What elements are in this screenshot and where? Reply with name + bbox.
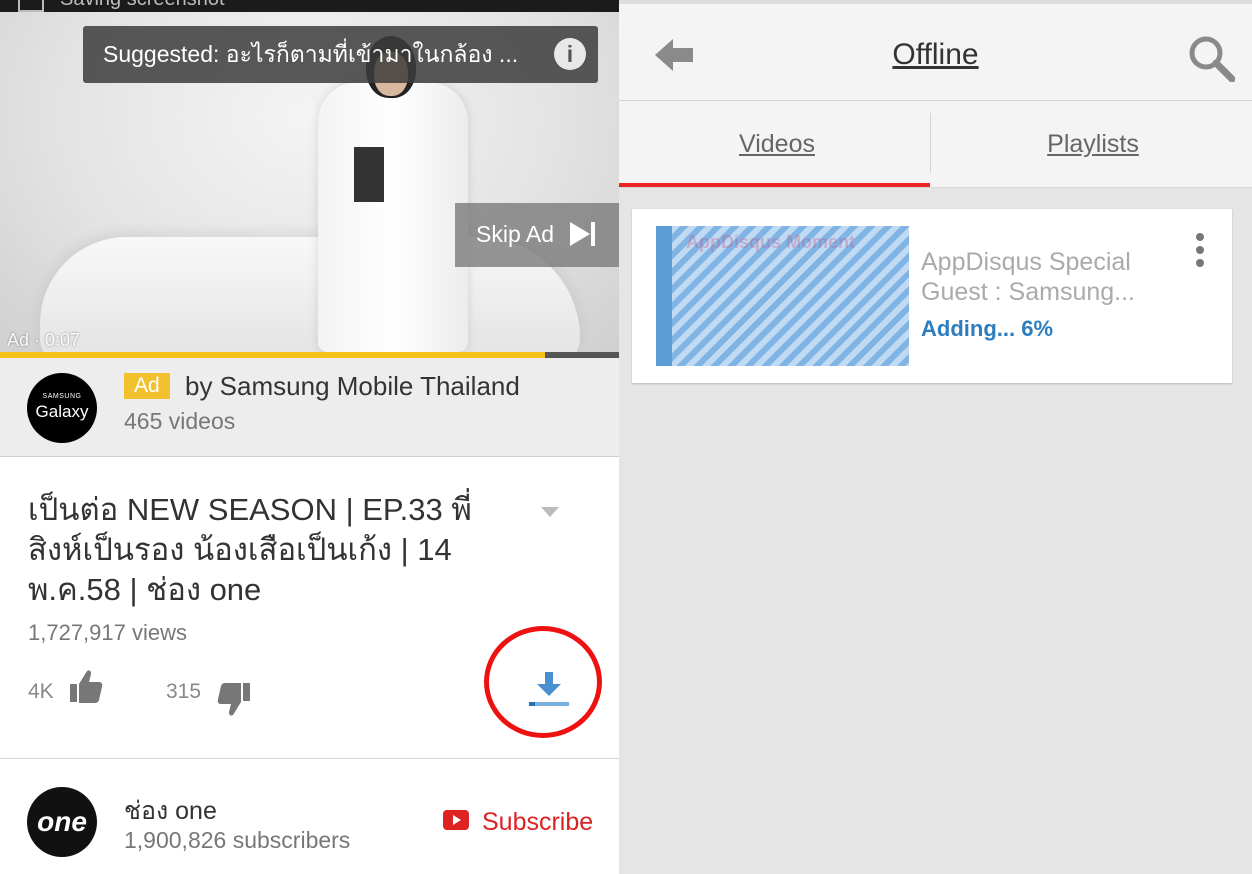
tab-divider — [930, 113, 931, 173]
screenshot-icon — [18, 0, 44, 12]
offline-video-item[interactable]: AppDisqus Moment AppDisqus Special Guest… — [632, 209, 1232, 383]
ad-time: Ad · 0:07 — [7, 330, 81, 350]
download-icon[interactable] — [527, 668, 571, 710]
like-count: 4K — [28, 680, 54, 703]
suggested-video-banner[interactable]: Suggested: อะไรก็ตามที่เข้ามาในกล้อง ...… — [83, 26, 598, 83]
video-thumbnail[interactable]: AppDisqus Moment — [656, 226, 909, 366]
notification-text: Saving screenshot — [60, 0, 225, 11]
video-player[interactable]: Suggested: อะไรก็ตามที่เข้ามาในกล้อง ...… — [0, 12, 619, 358]
app-header: Offline — [619, 4, 1252, 101]
logo-name: Galaxy — [35, 402, 89, 421]
ad-badge: Ad — [124, 373, 170, 399]
skip-ad-button[interactable]: Skip Ad — [455, 203, 619, 267]
thumbs-down-icon[interactable] — [216, 680, 252, 718]
subscribe-button[interactable]: Subscribe — [482, 808, 593, 837]
video-player-screen: Saving screenshot Suggested: อะไรก็ตามที… — [0, 0, 619, 874]
search-icon[interactable] — [1187, 34, 1235, 82]
samsung-galaxy-logo: SAMSUNG Galaxy — [27, 373, 97, 443]
tab-playlists[interactable]: Playlists — [935, 101, 1251, 187]
tab-bar: Videos Playlists — [619, 101, 1252, 188]
channel-name[interactable]: ช่อง one — [124, 791, 217, 831]
video-frame-detail — [354, 147, 384, 202]
download-status: Adding... 6% — [921, 316, 1053, 341]
video-title: เป็นต่อ NEW SEASON | EP.33 พี่สิงห์เป็นร… — [28, 492, 472, 607]
youtube-play-icon[interactable] — [443, 810, 469, 830]
channel-avatar[interactable]: one — [27, 787, 97, 857]
thumbnail-text: AppDisqus Moment — [686, 232, 855, 252]
ad-info-row[interactable]: SAMSUNG Galaxy Ad by Samsung Mobile Thai… — [0, 358, 619, 457]
notification-bar: Saving screenshot — [0, 0, 619, 12]
page-title: Offline — [892, 38, 979, 71]
advertiser-video-count: 465 videos — [124, 408, 236, 434]
subscriber-count: 1,900,826 subscribers — [124, 827, 351, 853]
video-frame-person — [318, 82, 468, 352]
view-count: 1,727,917 views — [28, 620, 187, 645]
info-icon[interactable]: i — [554, 38, 586, 70]
skip-ad-label: Skip Ad — [476, 221, 554, 247]
dislike-count: 315 — [166, 680, 202, 703]
offline-video-title: AppDisqus Special Guest : Samsung... — [921, 248, 1135, 306]
expand-description-icon[interactable] — [541, 507, 559, 517]
logo-brand: SAMSUNG — [42, 393, 82, 400]
offline-screen: Offline Videos Playlists AppDisqus Momen… — [619, 0, 1252, 874]
suggested-text: Suggested: อะไรก็ตามที่เข้ามาในกล้อง ... — [103, 41, 519, 67]
more-options-icon[interactable] — [1196, 233, 1206, 267]
active-tab-indicator — [619, 183, 930, 187]
thumbs-up-icon[interactable] — [68, 668, 104, 706]
advertiser-name[interactable]: by Samsung Mobile Thailand — [185, 371, 520, 402]
skip-next-icon — [570, 222, 595, 246]
tab-videos[interactable]: Videos — [619, 101, 935, 187]
divider — [0, 758, 619, 759]
